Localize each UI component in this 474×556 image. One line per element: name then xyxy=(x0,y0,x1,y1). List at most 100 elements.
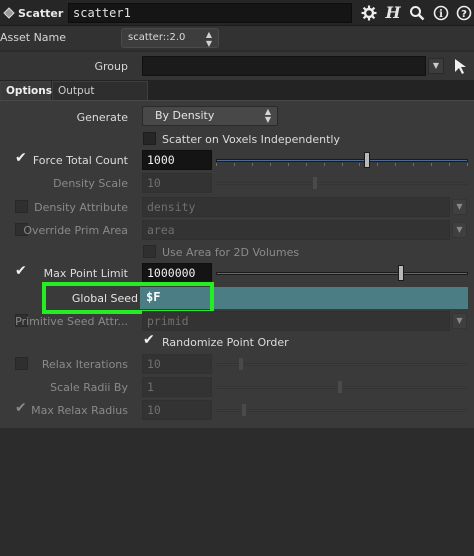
slider-tick xyxy=(306,163,307,166)
slider-tick xyxy=(377,163,378,166)
slider-track xyxy=(216,409,468,412)
force-total-count-slider[interactable] xyxy=(216,152,468,168)
slider-ticks xyxy=(216,163,468,167)
density-attribute-label: Density Attribute xyxy=(34,201,128,214)
help-h-icon[interactable]: H xyxy=(384,3,402,23)
use-area-2d-checkbox[interactable] xyxy=(143,245,156,258)
asset-version-value: scatter::2.0 xyxy=(128,32,186,43)
randomize-point-order-label: Randomize Point Order xyxy=(162,336,289,349)
slider-handle[interactable] xyxy=(364,152,370,168)
max-relax-radius-checkbox[interactable] xyxy=(15,400,28,416)
density-scale-field[interactable]: 10 xyxy=(142,173,212,193)
scale-radii-by-row: Scale Radii By 1 xyxy=(0,376,474,398)
select-arrow-icon[interactable] xyxy=(451,57,469,75)
up-down-arrows-icon: ▲ ▼ xyxy=(264,107,271,124)
generate-label: Generate xyxy=(76,111,128,124)
node-header-bar: Scatter scatter1 H i ? xyxy=(0,0,474,26)
max-point-limit-row: Max Point Limit 1000000 xyxy=(0,262,474,284)
override-prim-area-field[interactable]: area xyxy=(142,220,450,240)
slider-tick xyxy=(467,163,468,166)
max-relax-radius-label: Max Relax Radius xyxy=(31,404,128,417)
max-relax-radius-slider[interactable] xyxy=(216,402,468,418)
group-field[interactable] xyxy=(142,56,426,76)
max-point-limit-label: Max Point Limit xyxy=(43,267,128,280)
scatter-voxels-row: Scatter on Voxels Independently xyxy=(0,128,474,150)
slider-handle[interactable] xyxy=(241,403,247,417)
slider-track xyxy=(216,182,468,185)
slider-tick xyxy=(359,163,360,166)
node-type-label: Scatter xyxy=(18,6,64,20)
relax-iterations-slider[interactable] xyxy=(216,356,468,372)
scale-radii-by-slider[interactable] xyxy=(216,379,468,395)
relax-iterations-checkbox[interactable] xyxy=(15,357,28,370)
density-attribute-dropdown[interactable]: ▼ xyxy=(452,199,467,215)
density-attribute-checkbox[interactable] xyxy=(15,200,28,213)
generate-menu[interactable]: By Density ▲ ▼ xyxy=(142,106,278,126)
slider-track xyxy=(216,159,468,162)
asset-version-menu[interactable]: scatter::2.0 ▲ ▼ xyxy=(121,28,219,48)
info-icon[interactable]: i xyxy=(432,3,450,23)
density-scale-row: Density Scale 10 xyxy=(0,172,474,194)
slider-track xyxy=(216,272,468,275)
slider-tick xyxy=(342,163,343,166)
slider-handle[interactable] xyxy=(312,176,318,190)
help-question-icon[interactable]: ? xyxy=(455,3,473,23)
density-scale-slider[interactable] xyxy=(216,175,468,191)
slider-tick xyxy=(288,163,289,166)
use-area-2d-label: Use Area for 2D Volumes xyxy=(162,246,300,259)
slider-tick xyxy=(252,163,253,166)
primitive-seed-attr-field[interactable]: primid xyxy=(142,311,450,331)
slider-tick xyxy=(413,163,414,166)
scatter-voxels-label: Scatter on Voxels Independently xyxy=(162,133,340,146)
primitive-seed-attr-dropdown[interactable]: ▼ xyxy=(452,313,467,329)
max-point-limit-slider[interactable] xyxy=(216,265,468,281)
slider-tick xyxy=(216,163,217,166)
gear-icon[interactable] xyxy=(360,3,378,23)
tab-options[interactable]: Options xyxy=(0,81,52,100)
relax-iterations-row: Relax Iterations 10 xyxy=(0,353,474,375)
force-total-count-label: Force Total Count xyxy=(32,154,128,167)
group-row: Group ▼ xyxy=(0,52,474,80)
primitive-seed-attr-label: Primitive Seed Attr... xyxy=(15,315,128,328)
density-scale-label: Density Scale xyxy=(53,177,128,190)
scale-radii-by-label: Scale Radii By xyxy=(50,381,128,394)
force-total-count-checkbox[interactable] xyxy=(15,150,28,166)
override-prim-area-row: Override Prim Area area ▼ xyxy=(0,219,474,241)
max-relax-radius-row: Max Relax Radius 10 xyxy=(0,399,474,421)
scatter-voxels-checkbox[interactable] xyxy=(143,132,156,145)
slider-handle[interactable] xyxy=(238,357,244,371)
slider-handle[interactable] xyxy=(337,380,343,394)
max-point-limit-field[interactable]: 1000000 xyxy=(142,263,212,283)
randomize-point-order-checkbox[interactable] xyxy=(143,332,156,348)
density-attribute-row: Density Attribute density ▼ xyxy=(0,196,474,218)
scale-radii-by-field[interactable]: 1 xyxy=(142,377,212,397)
override-prim-area-dropdown[interactable]: ▼ xyxy=(452,222,467,238)
generate-value: By Density xyxy=(155,109,215,122)
slider-handle[interactable] xyxy=(398,265,404,281)
up-down-arrows-icon: ▲ ▼ xyxy=(205,30,212,48)
svg-text:?: ? xyxy=(461,9,467,20)
asset-name-row: Asset Name scatter::2.0 ▲ ▼ xyxy=(0,26,474,50)
group-label: Group xyxy=(94,60,129,73)
empty-area xyxy=(0,428,474,556)
max-relax-radius-field[interactable]: 10 xyxy=(142,400,212,420)
primitive-seed-attr-row: Primitive Seed Attr... primid ▼ xyxy=(0,310,474,332)
group-dropdown-button[interactable]: ▼ xyxy=(428,58,444,74)
randomize-point-order-row: Randomize Point Order xyxy=(0,331,474,353)
force-total-count-field[interactable]: 1000 xyxy=(142,150,212,170)
tab-bar: Options Output Attributes xyxy=(0,80,474,115)
relax-iterations-field[interactable]: 10 xyxy=(142,354,212,374)
use-area-2d-row: Use Area for 2D Volumes xyxy=(0,241,474,263)
tab-output-attributes[interactable]: Output Attributes xyxy=(52,81,148,115)
density-attribute-field[interactable]: density xyxy=(142,197,450,217)
node-name-field[interactable]: scatter1 xyxy=(68,3,352,23)
slider-tick xyxy=(270,163,271,166)
relax-iterations-label: Relax Iterations xyxy=(41,358,128,371)
max-point-limit-checkbox[interactable] xyxy=(15,263,28,279)
slider-tick xyxy=(395,163,396,166)
search-icon[interactable] xyxy=(408,3,426,23)
slider-tick xyxy=(449,163,450,166)
node-type-menu[interactable]: Scatter xyxy=(3,4,63,22)
slider-tick xyxy=(431,163,432,166)
override-prim-area-label: Override Prim Area xyxy=(23,224,128,237)
